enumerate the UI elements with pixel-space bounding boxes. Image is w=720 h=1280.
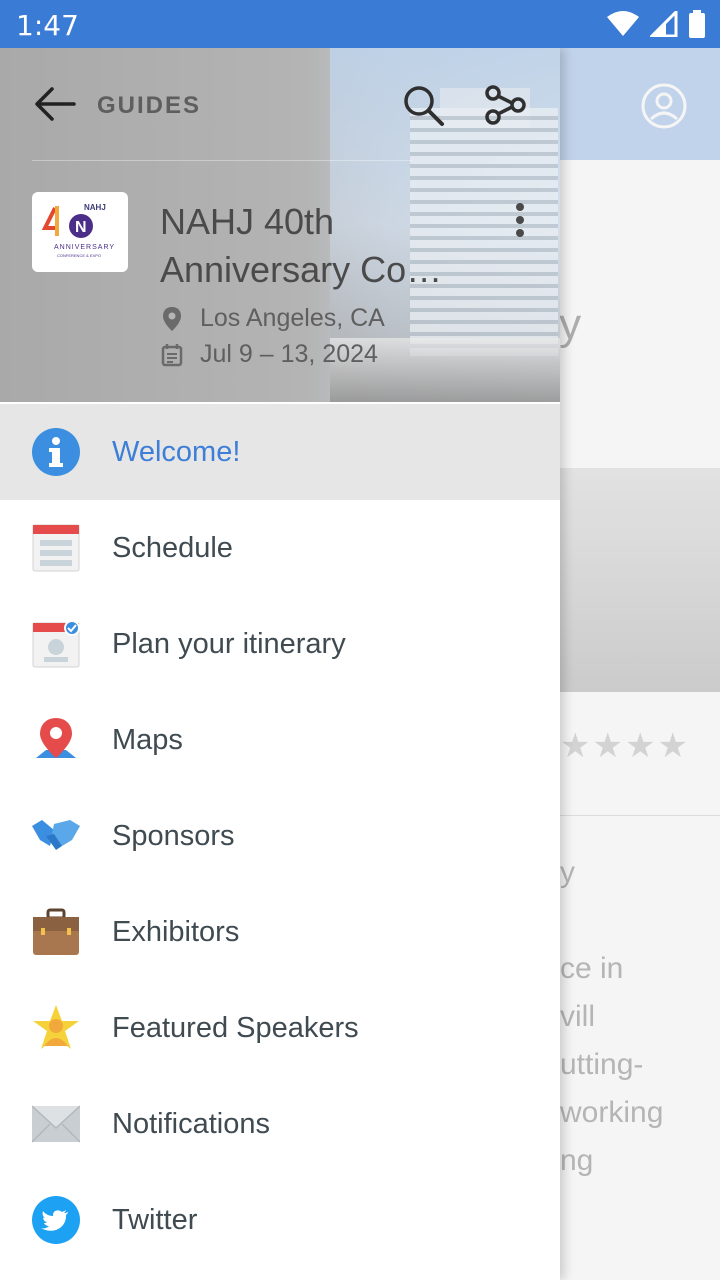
search-button[interactable] [396,78,450,132]
drawer-header: GUIDES NAHJ N ANNIVERSARY CONFERENCE & E… [0,48,560,402]
more-options-button[interactable] [502,198,538,242]
drawer-menu: Welcome! Schedule Plan your itinerary Ma… [0,404,560,1268]
status-time: 1:47 [16,9,79,42]
wifi-icon [606,11,640,42]
menu-item-schedule[interactable]: Schedule [0,500,560,596]
event-location: Los Angeles, CA [160,304,385,333]
menu-item-maps[interactable]: Maps [0,692,560,788]
navigation-drawer: GUIDES NAHJ N ANNIVERSARY CONFERENCE & E… [0,48,560,1280]
menu-item-label: Notifications [112,1108,270,1140]
menu-item-label: Featured Speakers [112,1012,359,1044]
dates-text: Jul 9 – 13, 2024 [200,340,378,368]
menu-item-sponsors[interactable]: Sponsors [0,788,560,884]
map-pin-icon [32,716,80,764]
event-dates: Jul 9 – 13, 2024 [160,340,378,369]
menu-item-label: Maps [112,724,183,756]
svg-text:ANNIVERSARY: ANNIVERSARY [54,244,115,251]
calendar-icon [32,524,80,572]
menu-item-label: Exhibitors [112,916,240,948]
event-title[interactable]: NAHJ 40th Anniversary Co… [160,198,480,294]
location-pin-icon [160,306,184,332]
menu-item-label: Twitter [112,1204,198,1236]
briefcase-icon [32,908,80,956]
more-vert-icon [516,203,524,237]
menu-item-featured-speakers[interactable]: Featured Speakers [0,980,560,1076]
status-bar: 1:47 [0,0,720,48]
location-text: Los Angeles, CA [200,304,385,332]
share-icon [485,85,526,125]
itinerary-calendar-icon [32,620,80,668]
back-button[interactable] [28,78,80,130]
menu-item-twitter[interactable]: Twitter [0,1172,560,1268]
guides-label[interactable]: GUIDES [97,92,201,120]
menu-item-label: Sponsors [112,820,235,852]
svg-text:NAHJ: NAHJ [84,203,106,212]
arrow-left-icon [35,87,76,121]
menu-item-notifications[interactable]: Notifications [0,1076,560,1172]
share-button[interactable] [478,78,532,132]
menu-item-label: Schedule [112,532,233,564]
svg-text:CONFERENCE & EXPO: CONFERENCE & EXPO [57,253,101,258]
battery-icon [688,10,706,43]
menu-item-label: Welcome! [112,436,241,468]
star-person-icon [32,1004,80,1052]
menu-item-exhibitors[interactable]: Exhibitors [0,884,560,980]
status-icons [606,8,706,43]
menu-item-label: Plan your itinerary [112,628,346,660]
twitter-icon [32,1196,80,1244]
calendar-small-icon [160,342,184,368]
envelope-icon [31,1100,81,1148]
svg-text:N: N [75,219,87,236]
handshake-icon [32,812,80,860]
header-divider [32,160,412,161]
menu-item-welcome[interactable]: Welcome! [0,404,560,500]
event-logo: NAHJ N ANNIVERSARY CONFERENCE & EXPO [32,192,128,272]
search-icon [404,86,444,126]
cell-signal-icon [648,8,678,42]
info-icon [32,428,80,476]
menu-item-itinerary[interactable]: Plan your itinerary [0,596,560,692]
